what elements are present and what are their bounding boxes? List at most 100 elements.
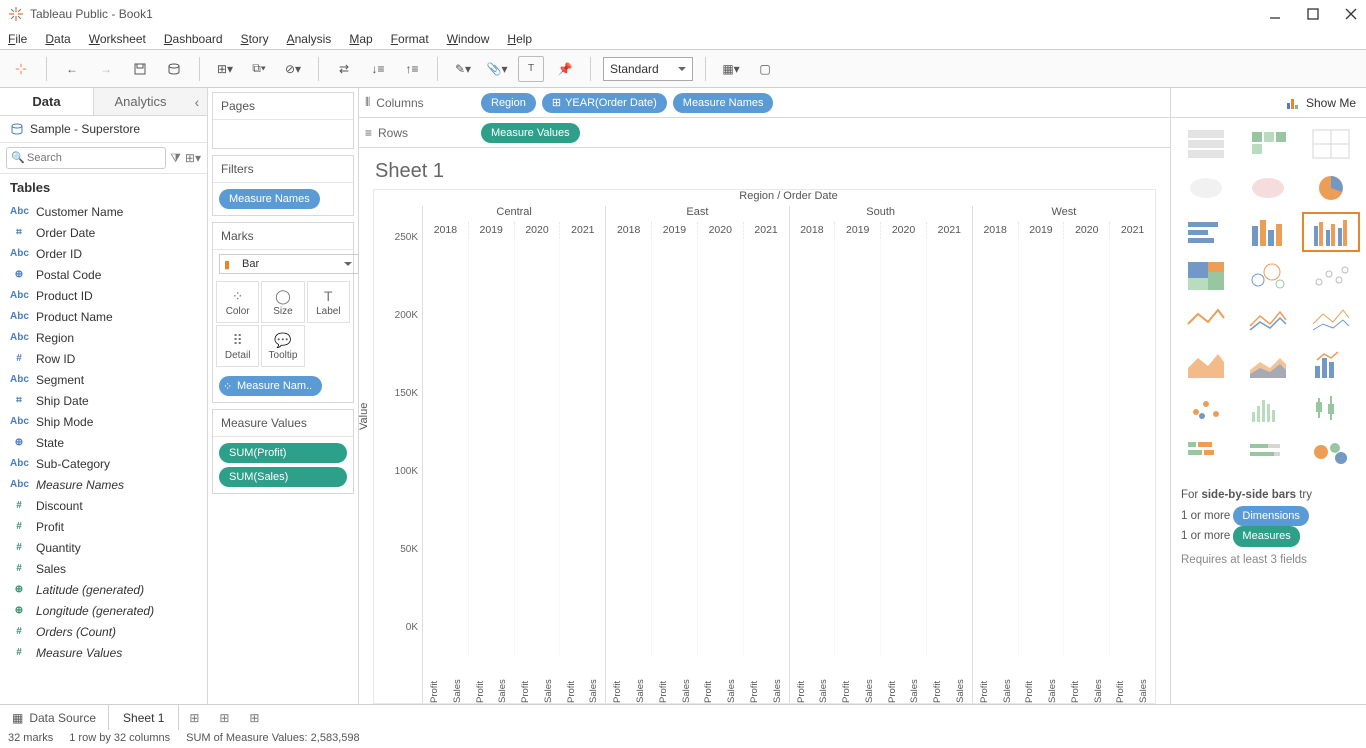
marks-color-pill[interactable]: ⁘Measure Nam..	[219, 376, 322, 396]
showme-thumb-0[interactable]	[1177, 124, 1235, 164]
showme-thumb-21[interactable]	[1177, 432, 1235, 472]
chart[interactable]: Value 250K200K150K100K50K0K Region / Ord…	[373, 189, 1156, 704]
search-input[interactable]: 🔍	[6, 147, 166, 169]
forward-button[interactable]: →	[93, 56, 119, 82]
field-customer-name[interactable]: AbcCustomer Name	[0, 201, 207, 222]
field-postal-code[interactable]: ⊕Postal Code	[0, 264, 207, 285]
menu-story[interactable]: Story	[241, 32, 269, 46]
col-pill-region[interactable]: Region	[481, 93, 536, 113]
showme-thumb-6[interactable]	[1177, 212, 1235, 252]
tab-data[interactable]: Data	[0, 88, 93, 115]
mark-detail[interactable]: ⠿Detail	[216, 325, 259, 367]
field-ship-mode[interactable]: AbcShip Mode	[0, 411, 207, 432]
mark-size[interactable]: ◯Size	[261, 281, 304, 323]
showme-thumb-9[interactable]	[1177, 256, 1235, 296]
new-datasource-button[interactable]	[161, 56, 187, 82]
field-orders-count-[interactable]: #Orders (Count)	[0, 621, 207, 642]
field-profit[interactable]: #Profit	[0, 516, 207, 537]
mark-tooltip[interactable]: 💬Tooltip	[261, 325, 304, 367]
sheet-tab[interactable]: Sheet 1	[108, 705, 179, 730]
pin-button[interactable]: 📌	[552, 56, 578, 82]
showme-thumb-14[interactable]	[1302, 300, 1360, 340]
new-worksheet-button[interactable]: ⊞▾	[212, 56, 238, 82]
field-measure-names[interactable]: AbcMeasure Names	[0, 474, 207, 495]
columns-shelf[interactable]: ⦀Columns Region ⊞YEAR(Order Date) Measur…	[359, 88, 1170, 118]
field-discount[interactable]: #Discount	[0, 495, 207, 516]
sort-desc-button[interactable]: ↑≡	[399, 56, 425, 82]
filter-pill[interactable]: Measure Names	[219, 189, 320, 209]
rows-shelf[interactable]: ≡Rows Measure Values	[359, 118, 1170, 148]
field-sub-category[interactable]: AbcSub-Category	[0, 453, 207, 474]
field-latitude-generated-[interactable]: ⊕Latitude (generated)	[0, 579, 207, 600]
showme-thumb-8[interactable]	[1302, 212, 1360, 252]
showme-thumb-16[interactable]	[1239, 344, 1297, 384]
sort-asc-button[interactable]: ↓≡	[365, 56, 391, 82]
maximize-button[interactable]	[1306, 7, 1320, 21]
close-button[interactable]	[1344, 7, 1358, 21]
field-order-id[interactable]: AbcOrder ID	[0, 243, 207, 264]
label-button[interactable]: T	[518, 56, 544, 82]
tableau-icon[interactable]	[8, 56, 34, 82]
field-ship-date[interactable]: ⌗Ship Date	[0, 390, 207, 411]
col-pill-measurenames[interactable]: Measure Names	[673, 93, 774, 113]
show-cards-button[interactable]: ▦▾	[718, 56, 744, 82]
menu-worksheet[interactable]: Worksheet	[89, 32, 146, 46]
filter-icon[interactable]: ⧩	[170, 151, 181, 166]
mv-pill[interactable]: SUM(Sales)	[219, 467, 347, 487]
minimize-button[interactable]	[1268, 7, 1282, 21]
show-me-toggle[interactable]: Show Me	[1171, 88, 1366, 118]
fit-select[interactable]: Standard	[603, 57, 693, 81]
field-region[interactable]: AbcRegion	[0, 327, 207, 348]
swap-button[interactable]: ⇄	[331, 56, 357, 82]
highlight-button[interactable]: ✎▾	[450, 56, 476, 82]
datasource-name[interactable]: Sample - Superstore	[0, 116, 207, 142]
new-dashboard-tab[interactable]: ⊞	[209, 711, 239, 725]
showme-thumb-13[interactable]	[1239, 300, 1297, 340]
duplicate-button[interactable]: ⧉▾	[246, 56, 272, 82]
new-worksheet-tab[interactable]: ⊞	[179, 711, 209, 725]
collapse-pane-button[interactable]: ‹	[187, 88, 207, 115]
field-segment[interactable]: AbcSegment	[0, 369, 207, 390]
menu-help[interactable]: Help	[507, 32, 532, 46]
showme-thumb-18[interactable]	[1177, 388, 1235, 428]
filters-card[interactable]: Filters Measure Names	[212, 155, 354, 216]
sheet-title[interactable]: Sheet 1	[373, 156, 1156, 189]
menu-format[interactable]: Format	[391, 32, 429, 46]
mv-pill[interactable]: SUM(Profit)	[219, 443, 347, 463]
showme-thumb-22[interactable]	[1239, 432, 1297, 472]
presentation-button[interactable]: ▢	[752, 56, 778, 82]
menu-analysis[interactable]: Analysis	[287, 32, 332, 46]
pages-card[interactable]: Pages	[212, 92, 354, 149]
mark-label[interactable]: TLabel	[307, 281, 350, 323]
showme-thumb-10[interactable]	[1239, 256, 1297, 296]
back-button[interactable]: ←	[59, 56, 85, 82]
field-quantity[interactable]: #Quantity	[0, 537, 207, 558]
menu-window[interactable]: Window	[447, 32, 490, 46]
save-button[interactable]	[127, 56, 153, 82]
col-pill-year[interactable]: ⊞YEAR(Order Date)	[542, 93, 667, 113]
field-product-id[interactable]: AbcProduct ID	[0, 285, 207, 306]
showme-thumb-2[interactable]	[1302, 124, 1360, 164]
showme-thumb-11[interactable]	[1302, 256, 1360, 296]
field-row-id[interactable]: #Row ID	[0, 348, 207, 369]
showme-thumb-5[interactable]	[1302, 168, 1360, 208]
showme-thumb-12[interactable]	[1177, 300, 1235, 340]
showme-thumb-23[interactable]	[1302, 432, 1360, 472]
field-order-date[interactable]: ⌗Order Date	[0, 222, 207, 243]
tab-analytics[interactable]: Analytics	[93, 88, 187, 115]
clear-button[interactable]: ⊘▾	[280, 56, 306, 82]
showme-thumb-4[interactable]	[1239, 168, 1297, 208]
marks-type-select[interactable]: ▮ Bar	[219, 254, 359, 274]
mark-color[interactable]: ⁘Color	[216, 281, 259, 323]
field-product-name[interactable]: AbcProduct Name	[0, 306, 207, 327]
view-icon[interactable]: ⊞▾	[185, 151, 201, 165]
field-sales[interactable]: #Sales	[0, 558, 207, 579]
showme-thumb-20[interactable]	[1302, 388, 1360, 428]
menu-data[interactable]: Data	[45, 32, 70, 46]
row-pill-measurevalues[interactable]: Measure Values	[481, 123, 580, 143]
group-button[interactable]: 📎▾	[484, 56, 510, 82]
field-measure-values[interactable]: #Measure Values	[0, 642, 207, 663]
showme-thumb-7[interactable]	[1239, 212, 1297, 252]
field-state[interactable]: ⊕State	[0, 432, 207, 453]
showme-thumb-15[interactable]	[1177, 344, 1235, 384]
